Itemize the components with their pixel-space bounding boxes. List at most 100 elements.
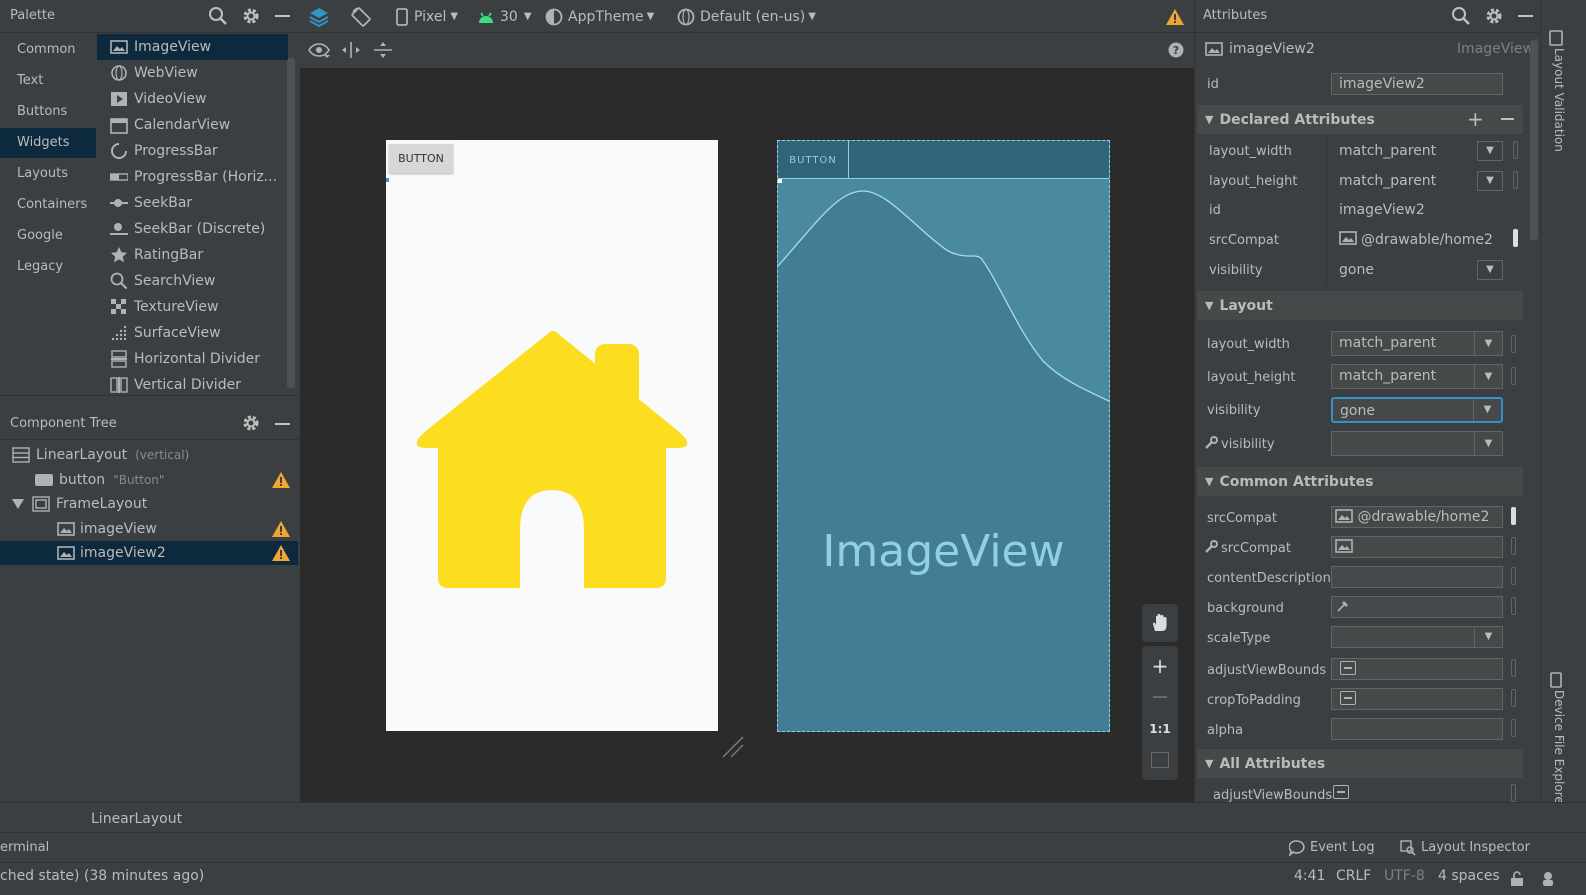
eye-icon[interactable] [308, 41, 330, 59]
lock-icon[interactable] [1510, 871, 1524, 887]
category-common[interactable]: Common [0, 35, 96, 65]
file-encoding[interactable]: UTF-8 [1384, 868, 1425, 884]
zoom-in-button[interactable]: + [1142, 652, 1178, 680]
palette-item-videoview[interactable]: VideoView [97, 86, 288, 112]
device-file-explorer-tab[interactable]: Device File Explorer [1542, 690, 1566, 820]
chevron-down-icon[interactable]: ▼ [1474, 627, 1502, 647]
chevron-down-icon[interactable]: ▼ [1474, 432, 1502, 455]
srccompat-input[interactable]: @drawable/home2 [1331, 506, 1503, 528]
add-attribute-icon[interactable]: + [1467, 107, 1484, 131]
search-icon[interactable] [208, 6, 228, 26]
layout-validation-tab[interactable]: Layout Validation [1542, 48, 1566, 158]
event-log-tab[interactable]: Event Log [1310, 840, 1375, 855]
section-layout[interactable]: ▼ Layout [1197, 291, 1523, 320]
palette-scrollbar[interactable] [287, 58, 295, 388]
category-text[interactable]: Text [0, 66, 96, 96]
tree-node-button[interactable]: button "Button" [0, 468, 298, 492]
palette-item-textureview[interactable]: TextureView [97, 294, 288, 320]
breadcrumb[interactable]: LinearLayout [91, 811, 182, 827]
chevron-down-icon[interactable]: ▼ [1474, 332, 1502, 355]
zoom-out-button[interactable] [1153, 696, 1167, 698]
category-widgets[interactable]: Widgets [0, 128, 96, 158]
gear-icon[interactable] [1484, 6, 1504, 26]
chevron-down-icon[interactable]: ▼ [1477, 171, 1503, 191]
locale-selector[interactable]: Default (en-us) ▼ [677, 0, 816, 33]
layout-height-select[interactable]: match_parent ▼ [1331, 364, 1503, 389]
layout-width-select[interactable]: match_parent ▼ [1331, 331, 1503, 356]
pan-button[interactable] [1142, 604, 1178, 642]
warning-icon[interactable] [272, 472, 290, 488]
tools-srccompat-input[interactable] [1331, 536, 1503, 558]
preview-button[interactable]: BUTTON [389, 144, 453, 173]
line-separator[interactable]: CRLF [1336, 868, 1371, 884]
visibility-select[interactable]: gone ▼ [1331, 397, 1503, 423]
palette-item-progressbar-horizontal[interactable]: ProgressBar (Horiz... [97, 164, 288, 190]
warning-icon[interactable] [1166, 0, 1184, 33]
tree-node-framelayout[interactable]: FrameLayout [0, 492, 298, 516]
indeterminate-checkbox-icon[interactable] [1340, 661, 1356, 675]
chevron-down-icon[interactable]: ▼ [1473, 399, 1501, 421]
tree-node-imageview[interactable]: imageView [0, 517, 298, 541]
palette-item-calendarview[interactable]: CalendarView [97, 112, 288, 138]
layout-inspector-tab[interactable]: Layout Inspector [1421, 840, 1530, 855]
help-icon[interactable]: ? [1168, 42, 1184, 58]
layers-icon[interactable] [308, 0, 330, 33]
blueprint-surface[interactable]: BUTTON ImageView [777, 140, 1110, 732]
house-image[interactable] [412, 330, 692, 590]
id-input[interactable]: imageView2 [1331, 73, 1503, 95]
background-input[interactable] [1331, 596, 1503, 618]
design-surface[interactable]: BUTTON [386, 140, 718, 731]
palette-item-seekbar[interactable]: SeekBar [97, 190, 288, 216]
minimize-icon[interactable] [275, 423, 290, 425]
category-layouts[interactable]: Layouts [0, 159, 96, 189]
palette-item-webview[interactable]: WebView [97, 60, 288, 86]
category-buttons[interactable]: Buttons [0, 97, 96, 127]
section-common-attributes[interactable]: ▼ Common Attributes [1197, 467, 1523, 496]
category-google[interactable]: Google [0, 221, 96, 251]
content-description-input[interactable] [1331, 566, 1503, 588]
palette-item-surfaceview[interactable]: SurfaceView [97, 320, 288, 346]
panel-splitter[interactable] [0, 395, 300, 408]
palette-item-searchview[interactable]: SearchView [97, 268, 288, 294]
palette-item-ratingbar[interactable]: RatingBar [97, 242, 288, 268]
inspector-icon[interactable] [1540, 871, 1556, 887]
gear-icon[interactable] [241, 6, 261, 26]
minimize-icon[interactable] [275, 15, 290, 17]
section-all-attributes[interactable]: ▼ All Attributes [1197, 749, 1523, 778]
orientation-icon[interactable] [350, 0, 372, 33]
palette-item-progressbar[interactable]: ProgressBar [97, 138, 288, 164]
palette-item-seekbar-discrete[interactable]: SeekBar (Discrete) [97, 216, 288, 242]
vertical-pan-icon[interactable] [373, 41, 393, 59]
api-selector[interactable]: 30 ▼ [477, 0, 532, 33]
attr-value[interactable]: gone [1339, 262, 1374, 278]
indent-setting[interactable]: 4 spaces [1438, 868, 1500, 884]
indeterminate-checkbox-icon[interactable] [1340, 691, 1356, 705]
palette-item-horizontal-divider[interactable]: Horizontal Divider [97, 346, 288, 372]
warning-icon[interactable] [272, 545, 290, 561]
horizontal-pan-icon[interactable] [341, 41, 361, 59]
gear-icon[interactable] [241, 413, 261, 433]
search-icon[interactable] [1451, 6, 1471, 26]
caret-position[interactable]: 4:41 [1294, 868, 1325, 884]
tree-node-imageview2[interactable]: imageView2 [0, 541, 298, 565]
blueprint-button[interactable]: BUTTON [778, 141, 849, 179]
zoom-actual-size-button[interactable]: 1:1 [1142, 716, 1178, 742]
remove-attribute-icon[interactable] [1501, 118, 1514, 120]
attributes-scrollbar[interactable] [1530, 40, 1538, 240]
section-declared-attributes[interactable]: ▼ Declared Attributes + [1197, 105, 1523, 134]
tools-visibility-select[interactable]: ▼ [1331, 431, 1503, 456]
chevron-down-icon[interactable]: ▼ [1474, 365, 1502, 388]
palette-item-imageview[interactable]: ImageView [97, 34, 288, 60]
chevron-down-icon[interactable]: ▼ [1477, 141, 1503, 161]
status-message[interactable]: ched state) (38 minutes ago) [0, 868, 204, 884]
warning-icon[interactable] [272, 521, 290, 537]
attr-value[interactable]: match_parent [1339, 173, 1436, 189]
resize-handle-icon[interactable] [721, 735, 745, 759]
tree-node-linearlayout[interactable]: LinearLayout (vertical) [0, 443, 298, 467]
attr-value[interactable]: match_parent [1339, 143, 1436, 159]
category-legacy[interactable]: Legacy [0, 252, 96, 282]
chevron-down-icon[interactable]: ▼ [1477, 260, 1503, 280]
alpha-input[interactable] [1331, 718, 1503, 740]
zoom-fit-button[interactable] [1151, 752, 1169, 768]
indeterminate-checkbox-icon[interactable] [1333, 785, 1349, 799]
